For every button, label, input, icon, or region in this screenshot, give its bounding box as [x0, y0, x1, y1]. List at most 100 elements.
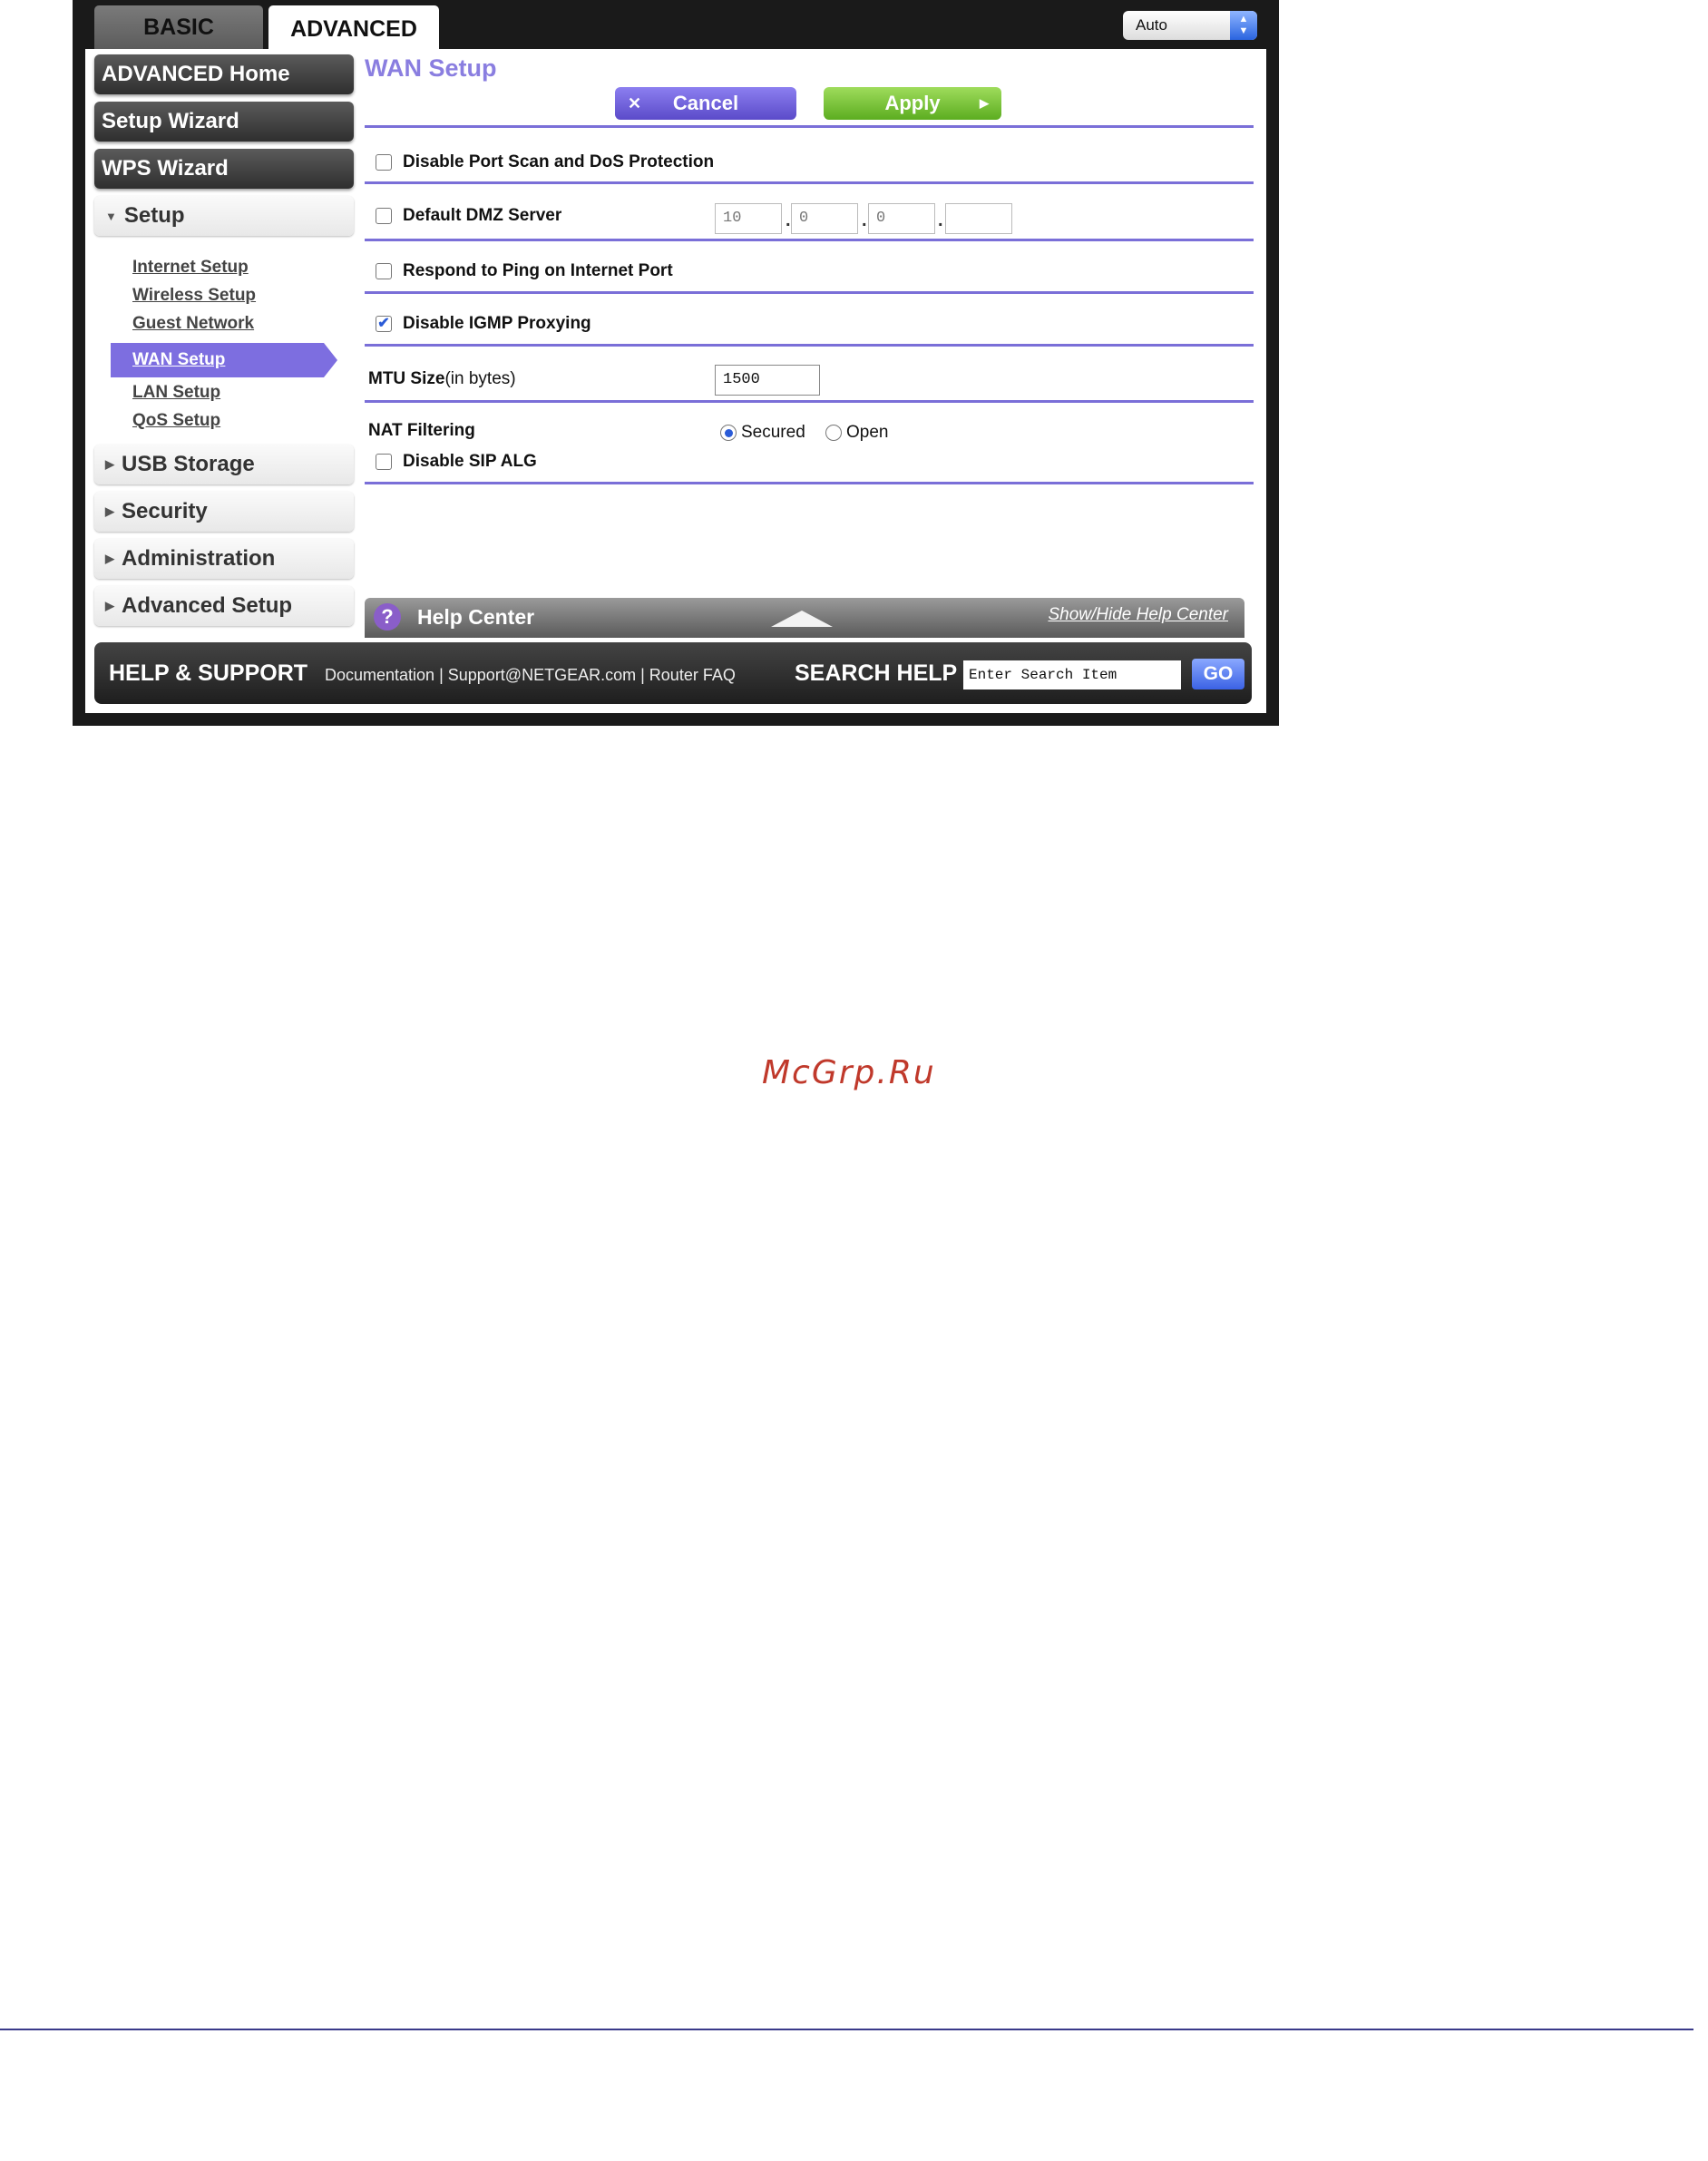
cancel-label: Cancel: [672, 92, 739, 114]
cancel-button[interactable]: ✕ Cancel: [615, 87, 796, 120]
sidebar-item-guest-network[interactable]: Guest Network: [94, 310, 354, 337]
chevron-down-icon: ▼: [105, 209, 117, 223]
sidebar-section-advanced-setup[interactable]: ▶ Advanced Setup: [94, 586, 354, 626]
main-panel: WAN Setup ✕ Cancel Apply ▶ Disable Port …: [365, 54, 1254, 644]
sidebar-section-label: Advanced Setup: [122, 593, 293, 618]
default-dmz-label: Default DMZ Server: [403, 206, 562, 225]
go-button[interactable]: GO: [1192, 659, 1244, 689]
chevron-right-icon: ▶: [105, 457, 114, 471]
router-faq-link[interactable]: Router FAQ: [649, 666, 736, 684]
page-title: WAN Setup: [365, 54, 497, 82]
disable-port-scan-label: Disable Port Scan and DoS Protection: [403, 152, 715, 171]
play-arrow-icon: ▶: [980, 96, 989, 110]
page-bottom-rule: [0, 2029, 1693, 2030]
nat-filtering-row: NAT Filtering: [365, 421, 475, 441]
close-icon: ✕: [628, 93, 642, 112]
disable-port-scan-checkbox[interactable]: [376, 154, 392, 171]
chevron-right-icon: ▶: [105, 504, 114, 518]
setup-wizard-button[interactable]: Setup Wizard: [94, 102, 354, 142]
help-center-bar[interactable]: ? Help Center Show/Hide Help Center: [365, 598, 1244, 638]
nat-filtering-label: NAT Filtering: [368, 421, 475, 440]
divider: [365, 291, 1254, 294]
chevron-right-icon: ▶: [105, 552, 114, 565]
support-email-link[interactable]: Support@NETGEAR.com: [448, 666, 636, 684]
help-support-title: HELP & SUPPORT: [109, 660, 308, 686]
sidebar-item-wireless-setup[interactable]: Wireless Setup: [94, 282, 354, 309]
advanced-home-button[interactable]: ADVANCED Home: [94, 54, 354, 94]
disable-igmp-row: ✔ Disable IGMP Proxying: [365, 314, 591, 334]
respond-ping-checkbox[interactable]: [376, 263, 392, 279]
sidebar-section-usb-storage[interactable]: ▶ USB Storage: [94, 445, 354, 484]
help-question-icon: ?: [374, 603, 401, 631]
select-arrows-icon: ▲ ▼: [1230, 11, 1257, 40]
dmz-ip-octet-1[interactable]: 10: [715, 203, 782, 234]
documentation-link[interactable]: Documentation: [325, 666, 434, 684]
ip-separator: .: [862, 210, 867, 230]
divider: [365, 181, 1254, 184]
nat-open-radio[interactable]: [825, 425, 842, 441]
mtu-row: MTU Size (in bytes): [365, 369, 516, 389]
disable-port-scan-row: Disable Port Scan and DoS Protection: [365, 152, 714, 172]
sidebar-item-lan-setup[interactable]: LAN Setup: [94, 379, 354, 406]
sidebar-section-setup[interactable]: ▼ Setup: [94, 196, 354, 236]
window-inner: BASIC ADVANCED Auto ▲ ▼ ADVANCED Home Set…: [85, 0, 1266, 713]
sidebar-section-administration[interactable]: ▶ Administration: [94, 539, 354, 579]
chevron-right-icon: ▶: [105, 599, 114, 612]
default-dmz-checkbox[interactable]: [376, 208, 392, 224]
expand-arrow-icon[interactable]: [771, 611, 833, 627]
sidebar-section-security[interactable]: ▶ Security: [94, 492, 354, 532]
ip-separator: .: [938, 210, 943, 230]
tab-basic[interactable]: BASIC: [94, 5, 263, 49]
nat-secured-label: Secured: [741, 423, 805, 442]
nat-secured-option[interactable]: Secured: [720, 423, 805, 443]
help-center-label: Help Center: [417, 605, 535, 629]
sidebar-section-label: Administration: [122, 546, 276, 571]
auto-select-value: Auto: [1136, 16, 1167, 34]
disable-sip-checkbox[interactable]: [376, 454, 392, 470]
tab-advanced[interactable]: ADVANCED: [268, 5, 439, 53]
mtu-label: MTU Size: [368, 369, 445, 388]
dmz-ip-octet-4[interactable]: [945, 203, 1012, 234]
nat-open-option[interactable]: Open: [825, 423, 888, 443]
page: { "tabs": {"basic": "BASIC", "advanced":…: [0, 0, 1708, 2161]
apply-label: Apply: [884, 92, 941, 114]
auto-refresh-select[interactable]: Auto ▲ ▼: [1123, 11, 1257, 40]
disable-sip-label: Disable SIP ALG: [403, 452, 537, 471]
sidebar-section-label: Setup: [123, 203, 185, 228]
search-help-label: SEARCH HELP: [795, 660, 958, 686]
divider: [365, 239, 1254, 241]
nat-secured-radio[interactable]: [720, 425, 737, 441]
nat-open-label: Open: [846, 423, 889, 442]
disable-igmp-label: Disable IGMP Proxying: [403, 314, 591, 333]
search-help-input[interactable]: [963, 660, 1181, 689]
sidebar-item-qos-setup[interactable]: QoS Setup: [94, 407, 354, 435]
footer-links: Documentation | Support@NETGEAR.com | Ro…: [325, 666, 736, 684]
apply-button[interactable]: Apply ▶: [824, 87, 1001, 120]
mtu-unit-label: (in bytes): [444, 369, 516, 388]
mtu-size-input[interactable]: 1500: [715, 365, 820, 396]
divider: [365, 400, 1254, 403]
divider: [365, 344, 1254, 347]
respond-ping-label: Respond to Ping on Internet Port: [403, 261, 673, 280]
help-support-footer: HELP & SUPPORT Documentation | Support@N…: [94, 642, 1252, 704]
divider: [365, 125, 1254, 128]
sidebar-section-label: USB Storage: [122, 452, 255, 476]
show-hide-help-link[interactable]: Show/Hide Help Center: [1048, 605, 1228, 625]
disable-sip-row: Disable SIP ALG: [365, 452, 537, 472]
router-admin-window: BASIC ADVANCED Auto ▲ ▼ ADVANCED Home Set…: [73, 0, 1279, 726]
respond-ping-row: Respond to Ping on Internet Port: [365, 261, 673, 281]
watermark: McGrp.Ru: [762, 1054, 936, 1091]
setup-submenu: Internet Setup Wireless Setup Guest Netw…: [94, 243, 354, 445]
divider: [365, 482, 1254, 484]
wps-wizard-button[interactable]: WPS Wizard: [94, 149, 354, 189]
disable-igmp-checkbox[interactable]: ✔: [376, 316, 392, 332]
dmz-ip-octet-2[interactable]: 0: [791, 203, 858, 234]
sidebar-item-wan-setup[interactable]: WAN Setup: [111, 343, 337, 377]
sidebar-item-internet-setup[interactable]: Internet Setup: [94, 254, 354, 281]
content-area: ADVANCED Home Setup Wizard WPS Wizard ▼ …: [85, 49, 1266, 713]
dmz-ip-octet-3[interactable]: 0: [868, 203, 935, 234]
sidebar: ADVANCED Home Setup Wizard WPS Wizard ▼ …: [94, 54, 354, 633]
checkmark-icon: ✔: [377, 316, 390, 331]
sidebar-section-label: Security: [122, 499, 208, 523]
default-dmz-row: Default DMZ Server: [365, 206, 561, 226]
